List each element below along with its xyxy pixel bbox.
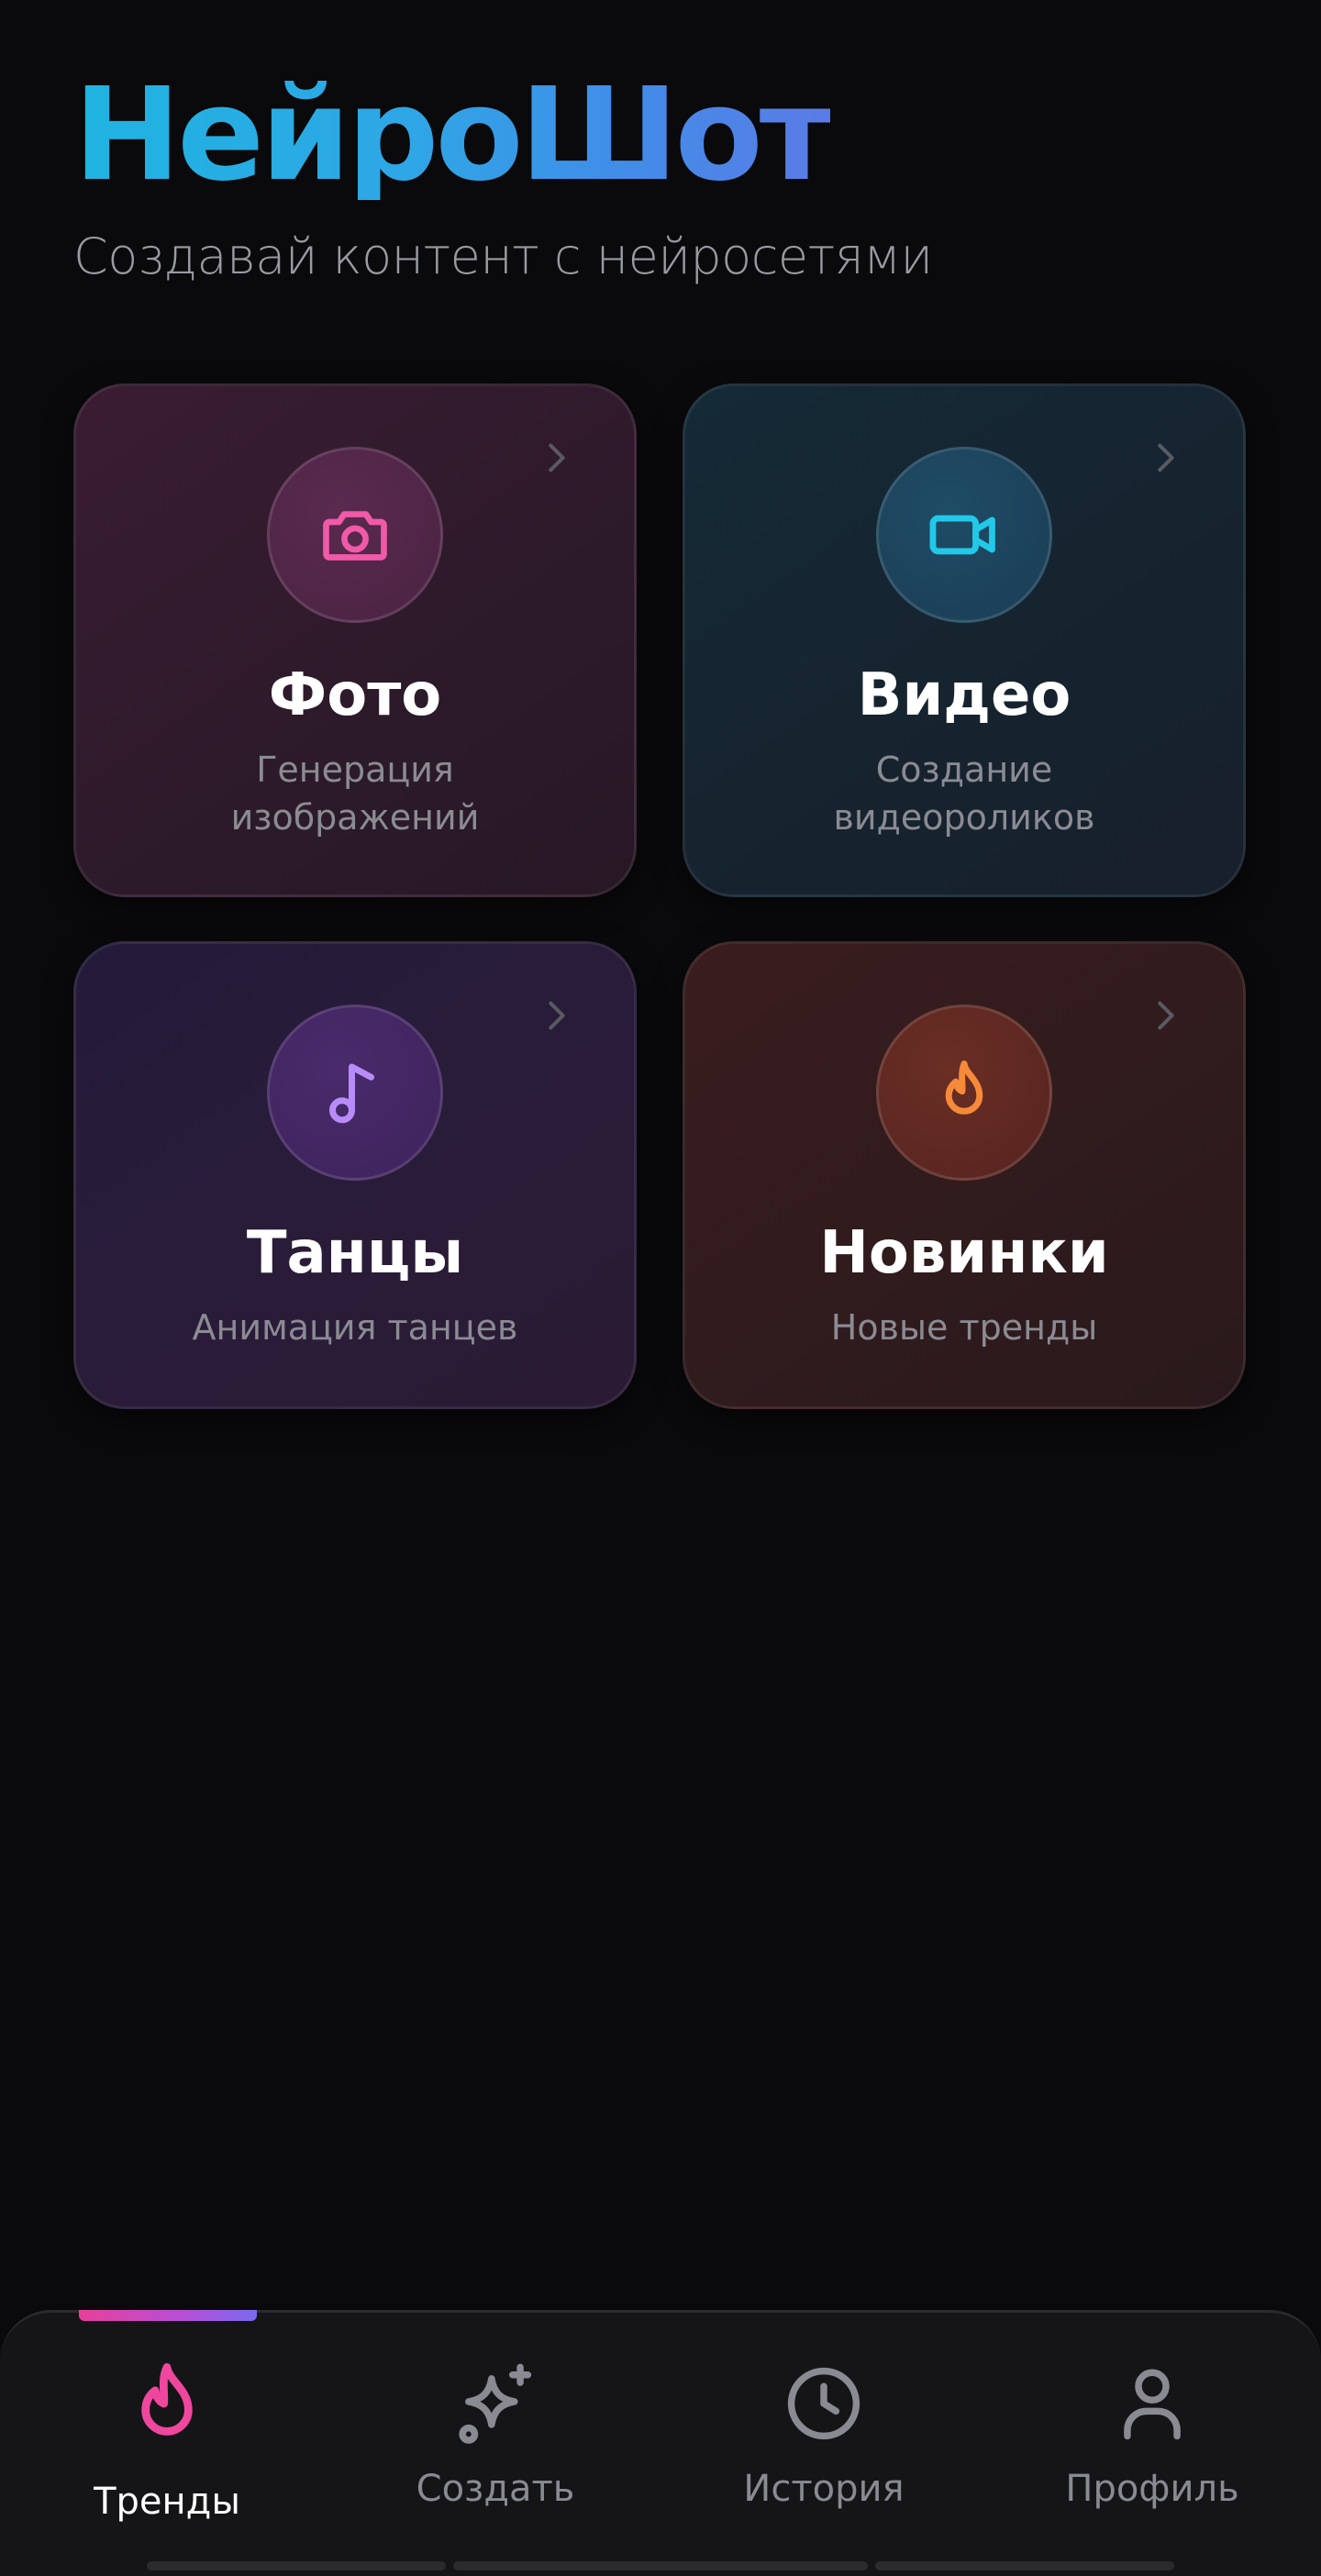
category-card-photo[interactable]: Фото Генерация изображений — [73, 383, 637, 897]
photo-icon-badge — [267, 447, 443, 623]
card-subtitle: Генерация изображений — [230, 749, 480, 838]
chevron-right-icon — [1158, 1001, 1174, 1030]
tab-create[interactable]: Создать — [358, 2358, 633, 2510]
tab-label: История — [743, 2468, 905, 2510]
app-screen: НейроШот Создавай контент с нейросетями … — [0, 0, 1321, 2576]
video-icon-badge — [876, 447, 1052, 623]
active-tab-indicator — [79, 2310, 257, 2321]
chevron-right-icon — [549, 443, 565, 472]
category-card-news[interactable]: Новинки Новые тренды — [683, 941, 1246, 1409]
music-note-icon — [329, 1063, 374, 1124]
flame-icon — [141, 2363, 193, 2436]
app-tagline: Создавай контент с нейросетями — [73, 228, 933, 285]
flame-icon — [945, 1060, 983, 1115]
app-logo-title: НейроШот — [73, 61, 834, 210]
tab-history[interactable]: История — [686, 2358, 961, 2510]
news-icon-badge — [876, 1005, 1052, 1181]
home-indicator-segment — [453, 2561, 868, 2570]
card-title: Новинки — [819, 1219, 1109, 1287]
card-title: Видео — [857, 661, 1071, 729]
home-indicator-segment — [875, 2561, 1174, 2570]
tab-label: Профиль — [1065, 2468, 1239, 2510]
user-icon — [1124, 2369, 1181, 2440]
category-card-video[interactable]: Видео Создание видеороликов — [683, 383, 1246, 897]
card-subtitle: Создание видеороликов — [833, 749, 1095, 838]
tab-profile[interactable]: Профиль — [1015, 2358, 1290, 2510]
home-indicator-segment — [147, 2561, 446, 2570]
card-title: Танцы — [246, 1219, 464, 1287]
card-subtitle: Анимация танцев — [192, 1307, 518, 1348]
tab-trends[interactable]: Тренды — [29, 2358, 305, 2523]
tab-label: Тренды — [94, 2481, 240, 2523]
sparkle-icon — [459, 2363, 532, 2444]
card-title: Фото — [268, 661, 442, 729]
camera-icon — [323, 511, 387, 561]
tab-label: Создать — [416, 2468, 575, 2510]
video-camera-icon — [929, 515, 995, 555]
chevron-right-icon — [549, 1001, 565, 1030]
clock-icon — [787, 2367, 860, 2440]
card-subtitle: Новые тренды — [830, 1307, 1098, 1348]
category-card-dance[interactable]: Танцы Анимация танцев — [73, 941, 637, 1409]
dance-icon-badge — [267, 1005, 443, 1181]
chevron-right-icon — [1158, 443, 1174, 472]
